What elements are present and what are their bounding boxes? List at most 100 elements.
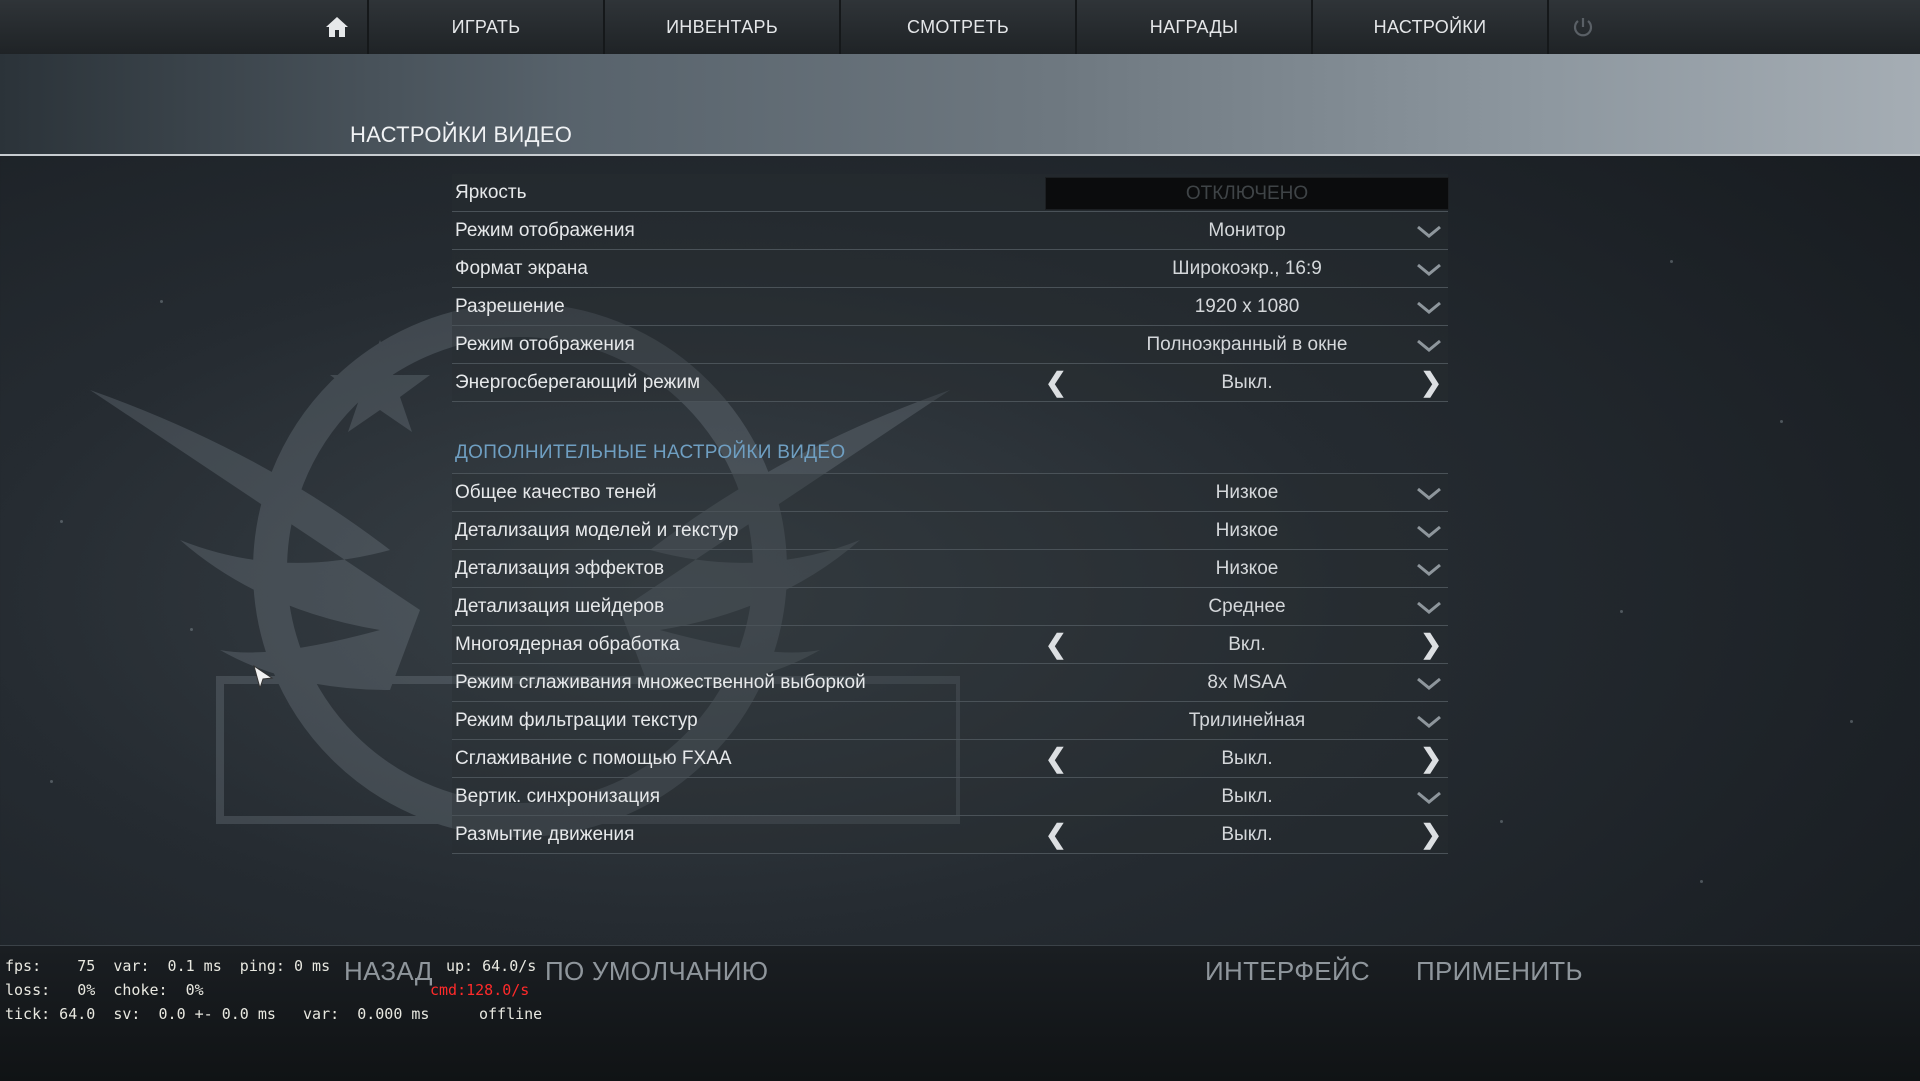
chevron-down-icon[interactable]	[1416, 262, 1442, 278]
setting-row[interactable]: Формат экрана Широкоэкр., 16:9	[452, 250, 1448, 288]
setting-label: Сглаживание с помощью FXAA	[455, 748, 732, 769]
setting-label: Энергосберегающий режим	[455, 372, 701, 393]
setting-label: Формат экрана	[455, 258, 588, 279]
chevron-down-icon[interactable]	[1416, 300, 1442, 316]
bg-dot	[160, 300, 163, 303]
bg-dot	[1670, 260, 1673, 263]
apply-button[interactable]: ПРИМЕНИТЬ	[1416, 956, 1583, 987]
setting-row[interactable]: Сглаживание с помощью FXAA Выкл. ❮ ❯	[452, 740, 1448, 778]
nav-watch[interactable]: СМОТРЕТЬ	[841, 0, 1077, 54]
chevron-down-icon[interactable]	[1416, 600, 1442, 616]
interface-button[interactable]: ИНТЕРФЕЙС	[1205, 956, 1370, 987]
chevron-down-icon[interactable]	[1416, 562, 1442, 578]
setting-label: Вертик. синхронизация	[455, 786, 660, 807]
bg-dot	[1700, 880, 1703, 883]
setting-label: Детализация эффектов	[455, 558, 665, 579]
setting-label: Режим отображения	[455, 220, 635, 241]
setting-row[interactable]: Энергосберегающий режим Выкл. ❮ ❯	[452, 364, 1448, 402]
setting-value: Выкл.	[1221, 748, 1273, 769]
netgraph-status: offline	[479, 1005, 543, 1023]
setting-value: Низкое	[1215, 520, 1279, 541]
page-title: НАСТРОЙКИ ВИДЕО	[350, 122, 573, 147]
chevron-down-icon[interactable]	[1416, 338, 1442, 354]
header-band	[0, 54, 1920, 156]
chevron-down-icon[interactable]	[1416, 224, 1442, 240]
chevron-down-icon[interactable]	[1416, 676, 1442, 692]
bg-dot	[1850, 720, 1853, 723]
nav-play[interactable]: ИГРАТЬ	[369, 0, 605, 54]
netgraph-line3: tick: 64.0 sv: 0.0 +- 0.0 ms var: 0.000 …	[5, 1005, 430, 1023]
setting-row[interactable]: Режим сглаживания множественной выборкой…	[452, 664, 1448, 702]
setting-label: Разрешение	[455, 296, 565, 317]
setting-value: Низкое	[1215, 558, 1279, 579]
nav-settings[interactable]: НАСТРОЙКИ	[1313, 0, 1549, 54]
setting-label: Размытие движения	[455, 824, 635, 845]
setting-value: 8x MSAA	[1207, 672, 1287, 693]
bg-dot	[50, 780, 53, 783]
bg-dot	[60, 520, 63, 523]
setting-row[interactable]: Разрешение 1920 x 1080	[452, 288, 1448, 326]
setting-label: Детализация шейдеров	[455, 596, 665, 617]
defaults-button[interactable]: ПО УМОЛЧАНИЮ	[545, 956, 768, 987]
setting-row[interactable]: Общее качество теней Низкое	[452, 474, 1448, 512]
top-navigation: ИГРАТЬ ИНВЕНТАРЬ СМОТРЕТЬ НАГРАДЫ НАСТРО…	[0, 0, 1920, 55]
nav-awards[interactable]: НАГРАДЫ	[1077, 0, 1313, 54]
setting-row[interactable]: Режим отображения Полноэкранный в окне	[452, 326, 1448, 364]
setting-row[interactable]: Режим отображения Монитор	[452, 212, 1448, 250]
setting-row[interactable]: Режим фильтрации текстур Трилинейная	[452, 702, 1448, 740]
chevron-down-icon[interactable]	[1416, 714, 1442, 730]
section-title-advanced: ДОПОЛНИТЕЛЬНЫЕ НАСТРОЙКИ ВИДЕО	[455, 442, 846, 463]
arrow-right-icon[interactable]: ❯	[1420, 364, 1442, 401]
bg-dot	[1780, 420, 1783, 423]
setting-value: Выкл.	[1221, 786, 1273, 807]
chevron-down-icon[interactable]	[1416, 790, 1442, 806]
arrow-left-icon[interactable]: ❮	[1045, 816, 1067, 853]
setting-row[interactable]: Детализация эффектов Низкое	[452, 550, 1448, 588]
setting-label: Яркость	[455, 182, 527, 203]
setting-value: Вкл.	[1228, 634, 1266, 655]
advanced-settings-list: Общее качество теней Низкое Детализация мо…	[452, 474, 1448, 854]
cursor-icon	[253, 664, 274, 690]
arrow-right-icon[interactable]: ❯	[1420, 816, 1442, 853]
setting-row[interactable]: Детализация моделей и текстур Низкое	[452, 512, 1448, 550]
setting-value: 1920 x 1080	[1194, 296, 1300, 317]
setting-row-brightness[interactable]: Яркость ОТКЛЮЧЕНО	[452, 174, 1449, 212]
setting-value: Низкое	[1215, 482, 1279, 503]
chevron-down-icon[interactable]	[1416, 486, 1442, 502]
arrow-left-icon[interactable]: ❮	[1045, 740, 1067, 777]
nav-inventory[interactable]: ИНВЕНТАРЬ	[605, 0, 841, 54]
setting-value: Полноэкранный в окне	[1146, 334, 1348, 355]
power-icon	[1573, 18, 1593, 37]
setting-row[interactable]: Вертик. синхронизация Выкл.	[452, 778, 1448, 816]
setting-row[interactable]: Многоядерная обработка Вкл. ❮ ❯	[452, 626, 1448, 664]
setting-row[interactable]: Размытие движения Выкл. ❮ ❯	[452, 816, 1448, 854]
brightness-value: ОТКЛЮЧЕНО	[1185, 183, 1309, 204]
power-button[interactable]	[1550, 0, 1616, 54]
netgraph-cmd: cmd:128.0/s	[430, 981, 530, 999]
setting-label: Общее качество теней	[455, 482, 657, 503]
home-button[interactable]	[307, 0, 369, 54]
setting-row[interactable]: Детализация шейдеров Среднее	[452, 588, 1448, 626]
setting-label: Многоядерная обработка	[455, 634, 680, 655]
arrow-left-icon[interactable]: ❮	[1045, 364, 1067, 401]
setting-value: Монитор	[1208, 220, 1286, 241]
setting-label: Режим фильтрации текстур	[455, 710, 698, 731]
brightness-slider[interactable]: ОТКЛЮЧЕНО	[1045, 177, 1449, 210]
setting-value: Широкоэкр., 16:9	[1172, 258, 1322, 279]
arrow-left-icon[interactable]: ❮	[1045, 626, 1067, 663]
chevron-down-icon[interactable]	[1416, 524, 1442, 540]
arrow-right-icon[interactable]: ❯	[1420, 740, 1442, 777]
arrow-right-icon[interactable]: ❯	[1420, 626, 1442, 663]
setting-value: Выкл.	[1221, 372, 1273, 393]
setting-label: Детализация моделей и текстур	[455, 520, 739, 541]
setting-value: Трилинейная	[1188, 710, 1306, 731]
back-button[interactable]: НАЗАД	[344, 956, 433, 987]
setting-label: Режим сглаживания множественной выборкой	[455, 672, 866, 693]
setting-value: Выкл.	[1221, 824, 1273, 845]
basic-settings-list: Яркость ОТКЛЮЧЕНО Режим отображения Монит…	[452, 174, 1449, 402]
netgraph-line1: fps: 75 var: 0.1 ms ping: 0 ms	[5, 957, 331, 975]
bg-dot	[190, 628, 193, 631]
home-icon	[326, 17, 348, 37]
setting-value: Среднее	[1208, 596, 1286, 617]
bg-dot	[1620, 610, 1623, 613]
